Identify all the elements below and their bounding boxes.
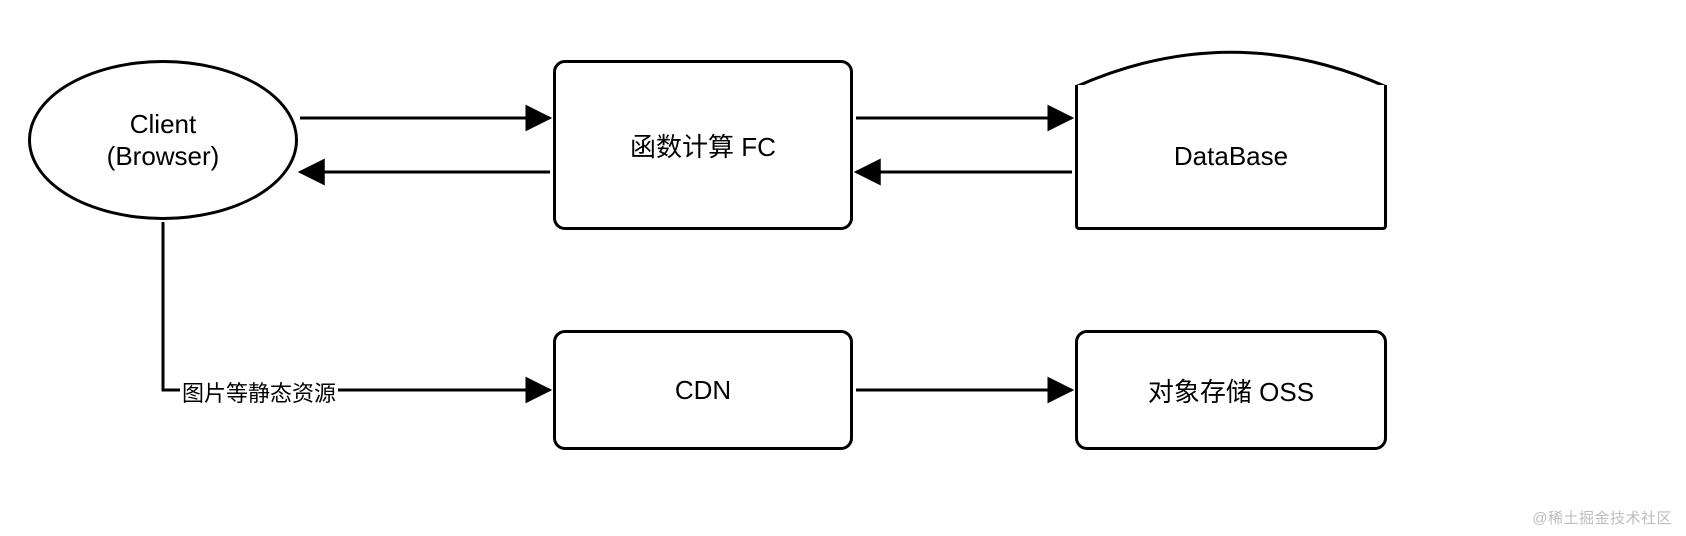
diagram-canvas: Client (Browser) 函数计算 FC DataBase CDN 对象… bbox=[0, 0, 1686, 536]
node-client-line1: Client bbox=[130, 108, 196, 141]
node-cdn-label: CDN bbox=[675, 375, 731, 406]
node-fc-label: 函数计算 FC bbox=[630, 127, 776, 164]
node-client-line2: (Browser) bbox=[107, 140, 220, 173]
node-db: DataBase bbox=[1075, 85, 1387, 230]
node-db-top bbox=[1075, 48, 1387, 88]
node-oss: 对象存储 OSS bbox=[1075, 330, 1387, 450]
watermark: @稀土掘金技术社区 bbox=[1532, 507, 1672, 528]
node-client: Client (Browser) bbox=[28, 60, 298, 220]
node-fc: 函数计算 FC bbox=[553, 60, 853, 230]
node-oss-label: 对象存储 OSS bbox=[1148, 372, 1314, 409]
node-cdn: CDN bbox=[553, 330, 853, 450]
node-db-label: DataBase bbox=[1174, 141, 1288, 172]
edge-label-client-cdn: 图片等静态资源 bbox=[180, 376, 338, 408]
